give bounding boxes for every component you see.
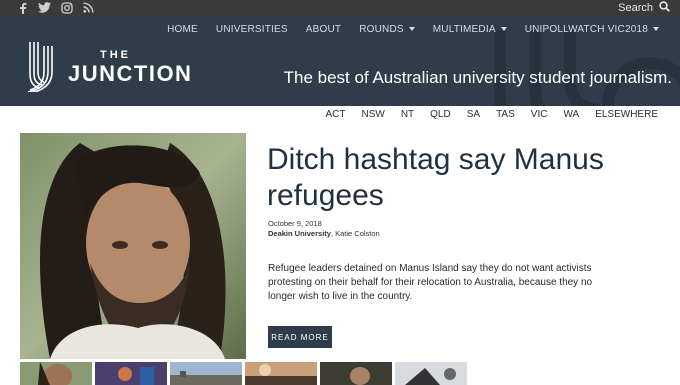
thumbnail-5[interactable] [320,362,392,385]
thumbnail-3[interactable] [170,362,242,385]
nav-item-label: UNIPOLLWATCH VIC2018 [524,23,648,35]
search-label[interactable]: Search [618,2,653,14]
logo-the: THE [100,48,131,61]
nav-item-rounds[interactable]: ROUNDS [350,20,424,38]
nav-item-about[interactable]: ABOUT [297,20,350,38]
social-links [16,1,95,14]
junction-logo-mark-icon [27,42,53,92]
region-link-sa[interactable]: SA [459,109,488,120]
nav-item-label: MULTIMEDIA [432,23,496,35]
article-university[interactable]: Deakin University [268,229,331,238]
region-link-qld[interactable]: QLD [422,109,459,120]
site-logo[interactable]: THE JUNCTION [22,42,192,92]
region-link-nt[interactable]: NT [393,109,422,120]
caret-down-icon [408,27,415,31]
search-control[interactable]: Search [618,0,670,16]
article-excerpt: Refugee leaders detained on Manus Island… [268,263,593,302]
nav-item-label: ABOUT [305,23,342,35]
nav-item-label: UNIVERSITIES [215,23,288,35]
nav-item-multimedia[interactable]: MULTIMEDIA [424,20,516,38]
main-nav: HOME UNIVERSITIES ABOUT ROUNDS MULTIMEDI… [158,20,668,38]
facebook-icon[interactable] [16,1,29,14]
nav-item-label: ROUNDS [359,23,404,35]
site-tagline: The best of Australian university studen… [283,68,672,87]
nav-item-unipollwatch[interactable]: UNIPOLLWATCH VIC2018 [516,20,668,38]
nav-item-universities[interactable]: UNIVERSITIES [207,20,297,38]
feature-image[interactable] [20,133,246,359]
instagram-icon[interactable] [60,1,73,14]
region-link-tas[interactable]: TAS [488,109,523,120]
region-link-elsewhere[interactable]: ELSEWHERE [587,109,666,120]
rss-icon[interactable] [82,1,95,14]
article-title[interactable]: Ditch hashtag say Manus refugees [267,142,647,214]
thumbnail-1[interactable] [20,362,92,385]
nav-item-label: HOME [167,23,198,35]
region-nav: ACT NSW NT QLD SA TAS VIC WA ELSEWHERE [317,109,666,120]
read-more-button[interactable]: READ MORE [268,326,332,348]
article-byline: Deakin University, Katie Colston [268,229,380,238]
article-date: October 9, 2018 [268,219,322,228]
logo-junction: JUNCTION [68,60,193,86]
region-link-act[interactable]: ACT [317,109,353,120]
site-header: HOME UNIVERSITIES ABOUT ROUNDS MULTIMEDI… [0,16,680,106]
region-link-nsw[interactable]: NSW [353,109,392,120]
nav-item-home[interactable]: HOME [158,20,207,38]
caret-down-icon [500,27,507,31]
twitter-icon[interactable] [38,1,51,14]
thumbnail-strip [20,362,467,385]
region-link-wa[interactable]: WA [555,109,587,120]
thumbnail-2[interactable] [95,362,167,385]
article-author: Katie Colston [335,229,380,238]
caret-down-icon [653,27,659,31]
thumbnail-6[interactable] [395,362,467,385]
search-icon[interactable] [659,1,670,15]
thumbnail-4[interactable] [245,362,317,385]
region-link-vic[interactable]: VIC [523,109,556,120]
top-utility-bar: Search [0,0,680,16]
